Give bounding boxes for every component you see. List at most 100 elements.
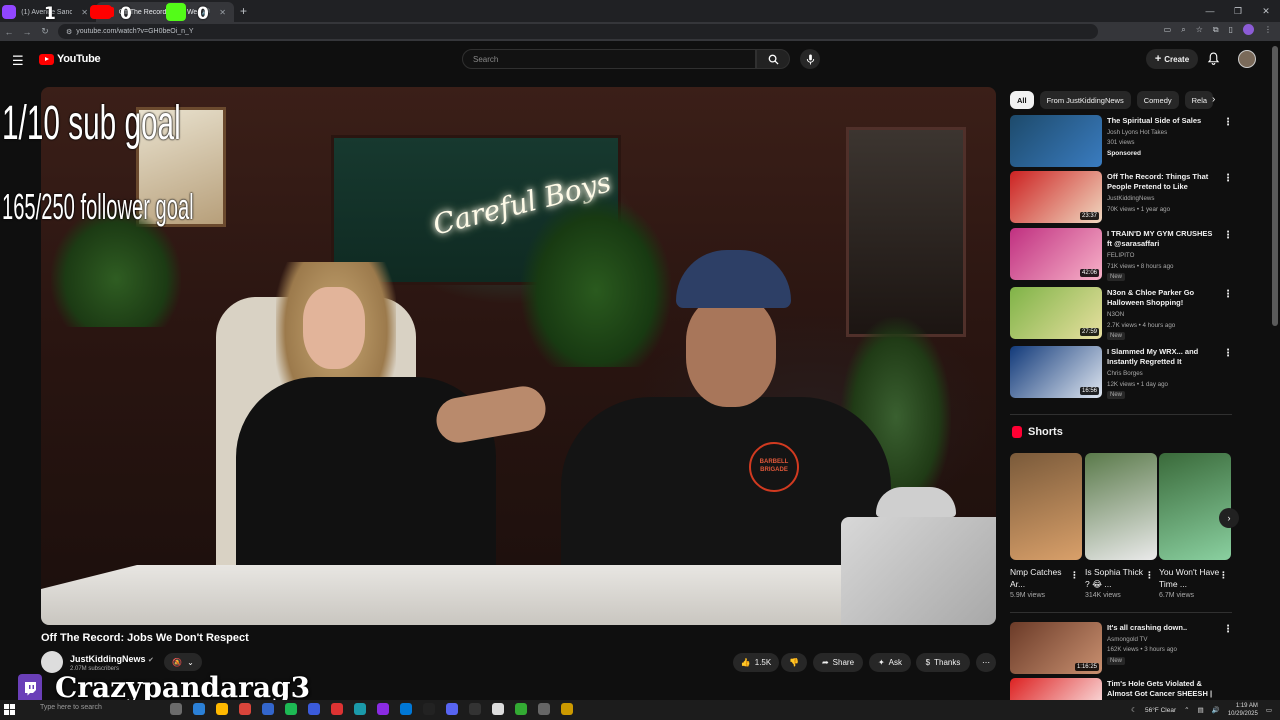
recommendation[interactable]: 1:16:25 It's all crashing down.. Asmongo… bbox=[1010, 622, 1235, 676]
thanks-button[interactable]: $ Thanks bbox=[916, 653, 970, 672]
rec-title[interactable]: Tim's Hole Gets Violated & Almost Got Ca… bbox=[1107, 679, 1219, 700]
notifications-icon[interactable]: ▭ bbox=[1266, 706, 1272, 714]
video-thumbnail[interactable]: 16:56 bbox=[1010, 346, 1102, 398]
short-thumbnail[interactable] bbox=[1159, 453, 1231, 560]
taskbar-app-icon[interactable] bbox=[216, 703, 228, 715]
account-avatar[interactable] bbox=[1238, 50, 1256, 68]
tray-overflow-icon[interactable]: ⌃ bbox=[1184, 706, 1189, 714]
recommendation[interactable]: 42:06 I TRAIN'D MY GYM CRUSHES ft @saras… bbox=[1010, 228, 1235, 282]
video-thumbnail[interactable] bbox=[1010, 678, 1102, 700]
video-thumbnail[interactable] bbox=[1010, 115, 1102, 167]
taskbar-app-icon[interactable] bbox=[400, 703, 412, 715]
more-vert-icon[interactable]: ⋮ bbox=[1223, 173, 1233, 184]
reload-icon[interactable]: ↻ bbox=[36, 26, 54, 37]
zoom-icon[interactable]: ⌕ bbox=[1181, 25, 1185, 35]
taskbar-app-icon[interactable] bbox=[354, 703, 366, 715]
recommendation[interactable]: Tim's Hole Gets Violated & Almost Got Ca… bbox=[1010, 678, 1235, 700]
more-vert-icon[interactable]: ⋮ bbox=[1223, 230, 1233, 241]
new-tab-button[interactable]: + bbox=[240, 4, 247, 18]
ask-button[interactable]: ✦ Ask bbox=[869, 653, 911, 672]
back-icon[interactable]: ← bbox=[0, 27, 18, 37]
recommendation[interactable]: 27:59 N3on & Chloe Parker Go Halloween S… bbox=[1010, 287, 1235, 341]
notifications-bell-icon[interactable] bbox=[1207, 52, 1220, 65]
like-button[interactable]: 👍 1.5K bbox=[733, 653, 779, 672]
short-thumbnail[interactable] bbox=[1085, 453, 1157, 560]
channel-avatar[interactable] bbox=[41, 651, 63, 673]
taskbar-app-icon[interactable] bbox=[308, 703, 320, 715]
taskbar-app-icon[interactable] bbox=[193, 703, 205, 715]
taskbar-app-icon[interactable] bbox=[515, 703, 527, 715]
rec-title[interactable]: I Slammed My WRX... and Instantly Regret… bbox=[1107, 347, 1219, 367]
taskbar-app-icon[interactable] bbox=[331, 703, 343, 715]
more-vert-icon[interactable]: ⋮ bbox=[1223, 117, 1233, 128]
taskbar-search-input[interactable]: Type here to search bbox=[40, 704, 102, 711]
bookmark-star-icon[interactable]: ☆ bbox=[1196, 25, 1203, 34]
taskbar-app-icon[interactable] bbox=[285, 703, 297, 715]
taskbar-app-icon[interactable] bbox=[446, 703, 458, 715]
maximize-button[interactable]: ❐ bbox=[1224, 6, 1252, 17]
more-vert-icon[interactable]: ⋮ bbox=[1145, 570, 1154, 581]
rec-title[interactable]: The Spiritual Side of Sales bbox=[1107, 116, 1219, 126]
recommendation[interactable]: 16:56 I Slammed My WRX... and Instantly … bbox=[1010, 346, 1235, 400]
chevron-right-icon[interactable]: › bbox=[1212, 94, 1215, 105]
page-scrollbar[interactable] bbox=[1272, 46, 1278, 326]
video-thumbnail[interactable]: 1:16:25 bbox=[1010, 622, 1102, 674]
close-window-button[interactable]: ✕ bbox=[1252, 6, 1280, 17]
more-vert-icon[interactable]: ⋮ bbox=[1070, 570, 1079, 581]
taskbar-app-icon[interactable] bbox=[377, 703, 389, 715]
volume-icon[interactable]: 🔊 bbox=[1212, 706, 1220, 714]
video-thumbnail[interactable]: 27:59 bbox=[1010, 287, 1102, 339]
taskbar-app-icon[interactable] bbox=[538, 703, 550, 715]
chip-from-channel[interactable]: From JustKiddingNews bbox=[1039, 91, 1131, 109]
short-title[interactable]: Is Sophia Thick ? 😂 ... bbox=[1085, 566, 1147, 590]
subscribed-button[interactable]: 🔕 ⌄ bbox=[164, 653, 202, 671]
sidebar-icon[interactable]: ▯ bbox=[1229, 25, 1233, 34]
rec-title[interactable]: It's all crashing down.. bbox=[1107, 623, 1219, 633]
short-title[interactable]: You Won't Have Time ... bbox=[1159, 566, 1221, 590]
recommendation[interactable]: The Spiritual Side of Sales Josh Lyons H… bbox=[1010, 115, 1235, 169]
tab-youtube[interactable]: Off The Record: Jobs We Don't Respect 🔊 … bbox=[96, 2, 234, 22]
minimize-button[interactable]: — bbox=[1196, 6, 1224, 16]
site-info-icon[interactable]: ⚙ bbox=[66, 28, 72, 36]
menu-kebab-icon[interactable]: ⋮ bbox=[1264, 25, 1272, 34]
video-thumbnail[interactable]: 42:06 bbox=[1010, 228, 1102, 280]
close-tab-icon[interactable]: ✕ bbox=[219, 8, 226, 17]
create-button[interactable]: + Create bbox=[1146, 49, 1198, 69]
video-thumbnail[interactable]: 23:37 bbox=[1010, 171, 1102, 223]
rec-title[interactable]: I TRAIN'D MY GYM CRUSHES ft @sarasaffari bbox=[1107, 229, 1219, 249]
dislike-button[interactable]: 👎 bbox=[781, 653, 807, 672]
short-title[interactable]: Nmp Catches Ar... bbox=[1010, 566, 1072, 590]
chip-comedy[interactable]: Comedy bbox=[1136, 91, 1179, 109]
more-vert-icon[interactable]: ⋮ bbox=[1223, 624, 1233, 635]
search-input[interactable]: Search bbox=[462, 49, 756, 69]
youtube-logo[interactable]: YouTube bbox=[39, 53, 101, 65]
rec-title[interactable]: N3on & Chloe Parker Go Halloween Shoppin… bbox=[1107, 288, 1219, 308]
shorts-next-button[interactable]: › bbox=[1219, 508, 1239, 528]
taskbar-app-icon[interactable] bbox=[423, 703, 435, 715]
voice-search-button[interactable] bbox=[800, 49, 820, 69]
search-button[interactable] bbox=[756, 49, 790, 69]
url-field[interactable]: ⚙ youtube.com/watch?v=GH0beOi_n_Y bbox=[58, 24, 1098, 39]
more-vert-icon[interactable]: ⋮ bbox=[1223, 289, 1233, 300]
weather-icon[interactable]: ☾ bbox=[1131, 706, 1137, 714]
taskbar-app-icon[interactable] bbox=[239, 703, 251, 715]
share-button[interactable]: ➦ Share bbox=[813, 653, 863, 672]
network-icon[interactable]: ▤ bbox=[1198, 706, 1204, 714]
cast-icon[interactable]: ▭ bbox=[1164, 25, 1172, 34]
channel-name[interactable]: JustKiddingNews ✔ bbox=[70, 654, 154, 664]
taskbar-app-icon[interactable] bbox=[262, 703, 274, 715]
rec-title[interactable]: Off The Record: Things That People Prete… bbox=[1107, 172, 1219, 192]
chip-related[interactable]: Rela bbox=[1184, 91, 1213, 109]
recommendation[interactable]: 23:37 Off The Record: Things That People… bbox=[1010, 171, 1235, 225]
menu-icon[interactable]: ☰ bbox=[12, 53, 24, 69]
chip-all[interactable]: All bbox=[1010, 91, 1034, 109]
taskbar-app-icon[interactable] bbox=[469, 703, 481, 715]
short-thumbnail[interactable] bbox=[1010, 453, 1082, 560]
close-tab-icon[interactable]: ✕ bbox=[81, 8, 88, 17]
taskbar-app-icon[interactable] bbox=[561, 703, 573, 715]
clock[interactable]: 1:19 AM 10/29/2025 bbox=[1228, 702, 1258, 718]
weather-text[interactable]: 56°F Clear bbox=[1145, 707, 1176, 714]
extensions-icon[interactable]: ⧉ bbox=[1213, 25, 1219, 35]
more-vert-icon[interactable]: ⋮ bbox=[1219, 570, 1228, 581]
more-actions-button[interactable]: ⋯ bbox=[976, 653, 996, 672]
